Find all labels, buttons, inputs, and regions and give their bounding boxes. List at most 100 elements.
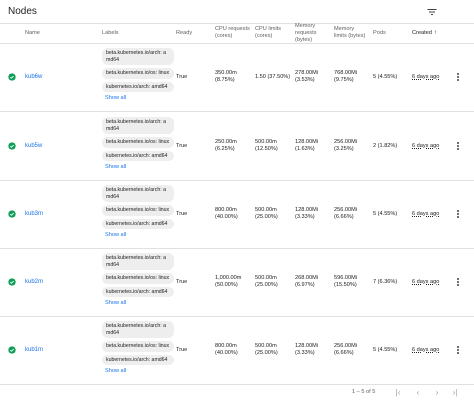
cpu-requests-value: 250.00m — [215, 139, 237, 145]
labels-cell: beta.kubernetes.io/arch: amd64 beta.kuber… — [102, 48, 174, 101]
cpu-requests-percent: (40.00%) — [215, 350, 238, 356]
created-date: 6 days ago — [412, 347, 440, 353]
table-row: kub6w beta.kubernetes.io/arch: amd64 beta.… — [0, 44, 474, 112]
page-title: Nodes — [8, 6, 37, 17]
show-all-link[interactable]: Show all — [105, 300, 174, 306]
cpu-requests-cell: 350.00m (8.75%) — [215, 70, 237, 84]
show-all-link[interactable]: Show all — [105, 95, 174, 101]
header-created[interactable]: Created ↑ — [412, 30, 437, 37]
cpu-requests-percent: (50.00%) — [215, 282, 238, 288]
memory-limits-cell: 768.00Mi (9.75%) — [334, 70, 357, 84]
labels-cell: beta.kubernetes.io/arch: amd64 beta.kuber… — [102, 321, 174, 374]
cpu-requests-cell: 250.00m (6.25%) — [215, 139, 237, 153]
memory-requests-value: 128.00Mi — [295, 343, 319, 349]
cpu-limits-cell: 500.00m (25.00%) — [255, 275, 278, 289]
memory-limits-percent: (3.25%) — [334, 146, 354, 152]
label-chip: beta.kubernetes.io/os: linux — [102, 273, 174, 284]
cpu-limits-cell: 500.00m (12.50%) — [255, 139, 278, 153]
header-cpu-requests[interactable]: CPU requests (cores) — [215, 26, 250, 40]
created-date: 6 days ago — [412, 74, 440, 80]
ready-cell: True — [176, 143, 188, 149]
cpu-requests-value: 800.00m — [215, 343, 237, 349]
memory-limits-cell: 256.00Mi (3.25%) — [334, 139, 357, 153]
memory-limits-value: 596.00Mi — [334, 275, 358, 281]
cpu-limits-percent: (12.50%) — [255, 146, 278, 152]
cpu-limits-percent: (25.00%) — [255, 214, 278, 220]
node-name-link[interactable]: kub3m — [25, 211, 43, 217]
header-pods[interactable]: Pods — [373, 30, 386, 37]
label-chip: beta.kubernetes.io/os: linux — [102, 205, 174, 216]
memory-requests-percent: (6.97%) — [295, 282, 315, 288]
last-page-icon[interactable]: ›| — [450, 387, 460, 397]
memory-limits-percent: (15.50%) — [334, 282, 357, 288]
label-chip: beta.kubernetes.io/os: linux — [102, 68, 174, 79]
table-row: kub2m beta.kubernetes.io/arch: amd64 beta.… — [0, 249, 474, 317]
label-chip: kubernetes.io/arch: amd64 — [102, 81, 174, 92]
show-all-link[interactable]: Show all — [105, 368, 174, 374]
check-circle-icon — [8, 278, 16, 286]
cpu-requests-percent: (40.00%) — [215, 214, 238, 220]
label-chip: kubernetes.io/arch: amd64 — [102, 150, 174, 161]
label-chip: kubernetes.io/arch: amd64 — [102, 354, 174, 365]
memory-requests-cell: 128.00Mi (1.63%) — [295, 139, 318, 153]
label-chip: beta.kubernetes.io/os: linux — [102, 137, 174, 148]
label-chip: beta.kubernetes.io/os: linux — [102, 341, 174, 352]
memory-requests-cell: 268.00Mi (6.97%) — [295, 275, 318, 289]
pods-cell: 5 (4.55%) — [373, 211, 398, 217]
cpu-limits-cell: 500.00m (25.00%) — [255, 207, 278, 221]
node-name-link[interactable]: kub1m — [25, 347, 43, 353]
header-memory-limits[interactable]: Memory limits (bytes) — [334, 26, 365, 40]
chevron-left-icon[interactable]: ‹ — [413, 387, 423, 397]
cpu-requests-cell: 800.00m (40.00%) — [215, 343, 238, 357]
ready-cell: True — [176, 211, 188, 217]
first-page-icon[interactable]: |‹ — [393, 387, 403, 397]
arrow-upward-icon: ↑ — [433, 30, 437, 36]
cpu-requests-percent: (6.25%) — [215, 146, 235, 152]
node-name-link[interactable]: kub2m — [25, 279, 43, 285]
more-vert-icon[interactable] — [455, 345, 461, 355]
show-all-link[interactable]: Show all — [105, 164, 174, 170]
filter-button[interactable] — [424, 4, 440, 20]
table-header: Name Labels Ready CPU requests (cores) C… — [0, 23, 474, 44]
header-cpu-limits-line2: (cores) — [255, 33, 273, 39]
memory-limits-percent: (6.66%) — [334, 214, 354, 220]
pagination: 1 – 5 of 5 |‹ ‹ › ›| — [0, 386, 474, 400]
header-memory-requests[interactable]: Memory requests (bytes) — [295, 23, 316, 44]
memory-requests-value: 268.00Mi — [295, 275, 319, 281]
cpu-limits-value: 500.00m — [255, 139, 277, 145]
table-row: kub5w beta.kubernetes.io/arch: amd64 beta.… — [0, 113, 474, 181]
memory-requests-percent: (3.33%) — [295, 350, 315, 356]
show-all-link[interactable]: Show all — [105, 232, 174, 238]
cpu-limits-percent: (25.00%) — [255, 350, 278, 356]
cpu-requests-value: 800.00m — [215, 207, 237, 213]
labels-cell: beta.kubernetes.io/arch: amd64 beta.kuber… — [102, 185, 174, 238]
memory-requests-percent: (3.53%) — [295, 77, 315, 83]
header-memory-limits-line1: Memory — [334, 26, 355, 32]
memory-requests-value: 278.00Mi — [295, 70, 319, 76]
more-vert-icon[interactable] — [455, 141, 461, 151]
header-ready[interactable]: Ready — [176, 30, 192, 37]
memory-requests-cell: 128.00Mi (3.33%) — [295, 207, 318, 221]
created-date: 6 days ago — [412, 279, 440, 285]
pagination-range: 1 – 5 of 5 — [352, 389, 376, 395]
label-chip: beta.kubernetes.io/arch: amd64 — [102, 117, 174, 134]
header-memory-requests-line1: Memory — [295, 23, 316, 29]
node-name-link[interactable]: kub5w — [25, 143, 42, 149]
memory-requests-value: 128.00Mi — [295, 139, 319, 145]
more-vert-icon[interactable] — [455, 277, 461, 287]
label-chip: kubernetes.io/arch: amd64 — [102, 286, 174, 297]
header-name[interactable]: Name — [25, 30, 40, 37]
cpu-limits-value: 500.00m — [255, 207, 277, 213]
header-cpu-limits[interactable]: CPU limits (cores) — [255, 26, 281, 40]
memory-limits-value: 256.00Mi — [334, 207, 358, 213]
header-memory-limits-line2: limits (bytes) — [334, 33, 366, 39]
cpu-requests-value: 1,000.00m — [215, 275, 242, 281]
more-vert-icon[interactable] — [455, 72, 461, 82]
cpu-requests-value: 350.00m — [215, 70, 237, 76]
node-name-link[interactable]: kub6w — [25, 74, 42, 80]
ready-cell: True — [176, 279, 188, 285]
label-chip: beta.kubernetes.io/arch: amd64 — [102, 185, 174, 202]
chevron-right-icon[interactable]: › — [432, 387, 442, 397]
header-memory-requests-line3: (bytes) — [295, 37, 313, 43]
more-vert-icon[interactable] — [455, 209, 461, 219]
